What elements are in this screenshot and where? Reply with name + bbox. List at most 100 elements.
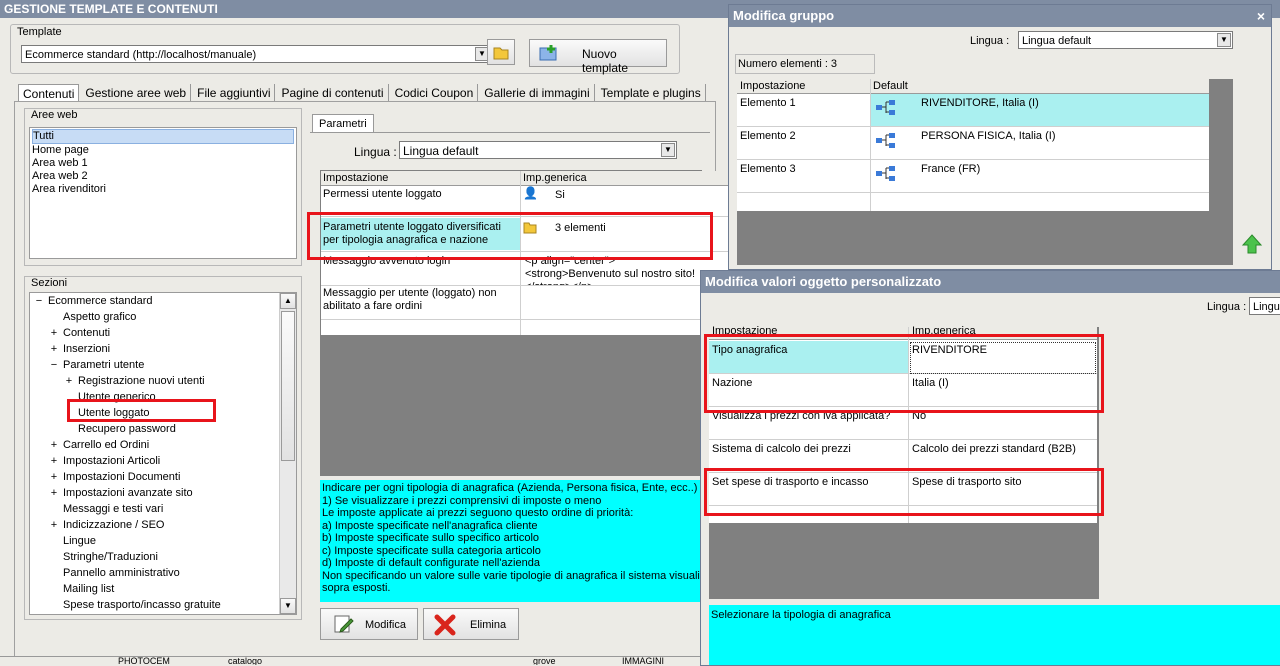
- new-window-icon: [539, 45, 557, 61]
- gruppo-lingua-value: Lingua default: [1022, 35, 1092, 47]
- tab-gallerie-immagini[interactable]: Gallerie di immagini: [480, 84, 595, 102]
- template-group: Template Ecommerce standard (http://loca…: [10, 24, 680, 75]
- valori-help-label: Selezionare la tipologia di anagrafica: [711, 609, 891, 621]
- row-value: RIVENDITORE, Italia (I): [921, 97, 1039, 109]
- tree-item-label: Impostazioni Articoli: [63, 455, 161, 467]
- highlight-utente-loggato: [67, 399, 216, 422]
- collapse-icon[interactable]: −: [49, 357, 59, 373]
- modifica-gruppo-window: Modifica gruppo × Lingua : Lingua defaul…: [728, 4, 1272, 270]
- new-template-label: Nuovo template: [582, 47, 629, 75]
- tree-item-label: Registrazione nuovi utenti: [78, 375, 205, 387]
- tree-item[interactable]: Aspetto grafico: [30, 309, 296, 325]
- tree-item-label: Inserzioni: [63, 343, 111, 355]
- gruppo-grid-area: Impostazione Default Elemento 1 RIVENDITO…: [737, 79, 1233, 265]
- tree-item[interactable]: + Impostazioni Documenti: [30, 469, 296, 485]
- expand-icon[interactable]: +: [49, 437, 59, 453]
- tree-item[interactable]: + Carrello ed Ordini: [30, 437, 296, 453]
- tree-item-label: Aspetto grafico: [63, 311, 137, 323]
- tab-parametri[interactable]: Parametri: [312, 114, 374, 133]
- sezioni-label: Sezioni: [31, 277, 68, 289]
- list-item[interactable]: Home page: [32, 144, 294, 157]
- table-row[interactable]: Elemento 2 PERSONA FISICA, Italia (I): [737, 127, 1209, 160]
- tree-item[interactable]: Pannello amministrativo: [30, 565, 296, 581]
- move-up-button[interactable]: [1241, 233, 1263, 255]
- template-select[interactable]: Ecommerce standard (http://localhost/man…: [21, 45, 491, 63]
- table-row[interactable]: Messaggio per utente (loggato) non abili…: [321, 286, 731, 320]
- tree-item-label: Contenuti: [63, 327, 111, 339]
- tree-item[interactable]: Spese trasporto/incasso gratuite: [30, 597, 296, 613]
- tab-file-aggiuntivi[interactable]: File aggiuntivi: [193, 84, 276, 102]
- tab-gestione-aree-web[interactable]: Gestione aree web: [81, 84, 192, 102]
- expand-icon[interactable]: +: [49, 453, 59, 469]
- tree-item[interactable]: + Impostazioni Articoli: [30, 453, 296, 469]
- sezioni-group: Sezioni − Ecommerce standard Aspetto grafi…: [24, 276, 302, 620]
- chevron-down-icon[interactable]: ▼: [661, 143, 675, 157]
- tree-scrollbar[interactable]: ▲ ▼: [279, 293, 296, 614]
- help-text: Indicare per ogni tipologia di anagrafic…: [322, 482, 706, 594]
- tree-item[interactable]: + Inserzioni: [30, 341, 296, 357]
- scroll-thumb[interactable]: [281, 311, 295, 461]
- gruppo-lingua-select[interactable]: Lingua default ▼: [1018, 31, 1233, 49]
- valori-lingua-select[interactable]: Lingu: [1249, 297, 1280, 315]
- chevron-down-icon[interactable]: ▼: [1217, 33, 1231, 47]
- numero-elementi: Numero elementi : 3: [735, 54, 875, 74]
- valori-help-text: Selezionare la tipologia di anagrafica: [709, 605, 1280, 665]
- tree-item[interactable]: Messaggi e testi vari: [30, 501, 296, 517]
- parametri-help-text: Indicare per ogni tipologia di anagrafic…: [320, 480, 706, 602]
- tree-item[interactable]: Mailing list: [30, 581, 296, 597]
- tree-item-label: Lingue: [63, 535, 97, 547]
- expand-icon[interactable]: +: [64, 373, 74, 389]
- valori-lingua-label: Lingua :: [1207, 301, 1247, 313]
- expand-icon[interactable]: +: [49, 469, 59, 485]
- modifica-gruppo-titlebar: Modifica gruppo ×: [729, 5, 1271, 27]
- tree-item[interactable]: + Impostazioni avanzate sito: [30, 485, 296, 501]
- scroll-down-icon[interactable]: ▼: [280, 598, 296, 614]
- scroll-up-icon[interactable]: ▲: [280, 293, 296, 309]
- collapse-icon[interactable]: −: [34, 293, 44, 309]
- aree-web-list: Tutti Home page Area web 1 Area web 2 Area r…: [29, 127, 297, 259]
- close-icon[interactable]: ×: [1257, 5, 1265, 27]
- gruppo-col-impostazione: Impostazione: [740, 80, 806, 92]
- hierarchy-icon: [876, 100, 895, 115]
- list-item[interactable]: Area rivenditori: [32, 183, 294, 196]
- expand-icon[interactable]: +: [49, 341, 59, 357]
- parametri-lingua-select[interactable]: Lingua default ▼: [399, 141, 677, 159]
- arrow-up-icon: [1241, 234, 1263, 254]
- tree-item[interactable]: + Registrazione nuovi utenti: [30, 373, 296, 389]
- list-item[interactable]: Area web 2: [32, 170, 294, 183]
- row-name: Messaggio per utente (loggato) non abili…: [323, 287, 497, 312]
- modifica-button[interactable]: Modifica: [320, 608, 418, 640]
- tab-template-plugins[interactable]: Template e plugins: [597, 84, 706, 102]
- tree-item[interactable]: + Contenuti: [30, 325, 296, 341]
- tree-item[interactable]: Stringhe/Traduzioni: [30, 549, 296, 565]
- tab-pagine-contenuti[interactable]: Pagine di contenuti: [277, 84, 389, 102]
- tree-item[interactable]: Lingue: [30, 533, 296, 549]
- tab-codici-coupon[interactable]: Codici Coupon: [391, 84, 479, 102]
- template-select-value: Ecommerce standard (http://localhost/man…: [25, 49, 257, 61]
- tree-item[interactable]: − Ecommerce standard: [30, 293, 296, 309]
- highlight-tipo-nazione: [704, 334, 1104, 413]
- tree-item-label: Impostazioni Documenti: [63, 471, 181, 483]
- list-item[interactable]: Tutti: [32, 129, 294, 144]
- list-item[interactable]: Area web 1: [32, 157, 294, 170]
- browse-folder-button[interactable]: [487, 39, 515, 65]
- new-template-button[interactable]: Nuovo template: [529, 39, 667, 75]
- tree-item-label: Messaggi e testi vari: [63, 503, 164, 515]
- table-row[interactable]: Elemento 1 RIVENDITORE, Italia (I): [737, 94, 1209, 127]
- row-value: Calcolo dei prezzi standard (B2B): [912, 443, 1076, 455]
- expand-icon[interactable]: +: [49, 325, 59, 341]
- tree-item-label: Spese trasporto/incasso gratuite: [63, 599, 221, 611]
- parametri-lingua-label: Lingua :: [354, 145, 397, 159]
- parametri-lingua-value: Lingua default: [403, 144, 479, 158]
- elimina-label: Elimina: [470, 619, 507, 631]
- gruppo-lingua-label: Lingua :: [970, 35, 1010, 47]
- folder-icon: [493, 47, 509, 60]
- tree-item[interactable]: − Parametri utente: [30, 357, 296, 373]
- expand-icon[interactable]: +: [49, 485, 59, 501]
- expand-icon[interactable]: +: [49, 517, 59, 533]
- tree-item[interactable]: + Indicizzazione / SEO: [30, 517, 296, 533]
- tree-item-label: Indicizzazione / SEO: [63, 519, 165, 531]
- elimina-button[interactable]: Elimina: [423, 608, 519, 640]
- tree-item[interactable]: Recupero password: [30, 421, 296, 437]
- table-row[interactable]: Elemento 3 France (FR): [737, 160, 1209, 193]
